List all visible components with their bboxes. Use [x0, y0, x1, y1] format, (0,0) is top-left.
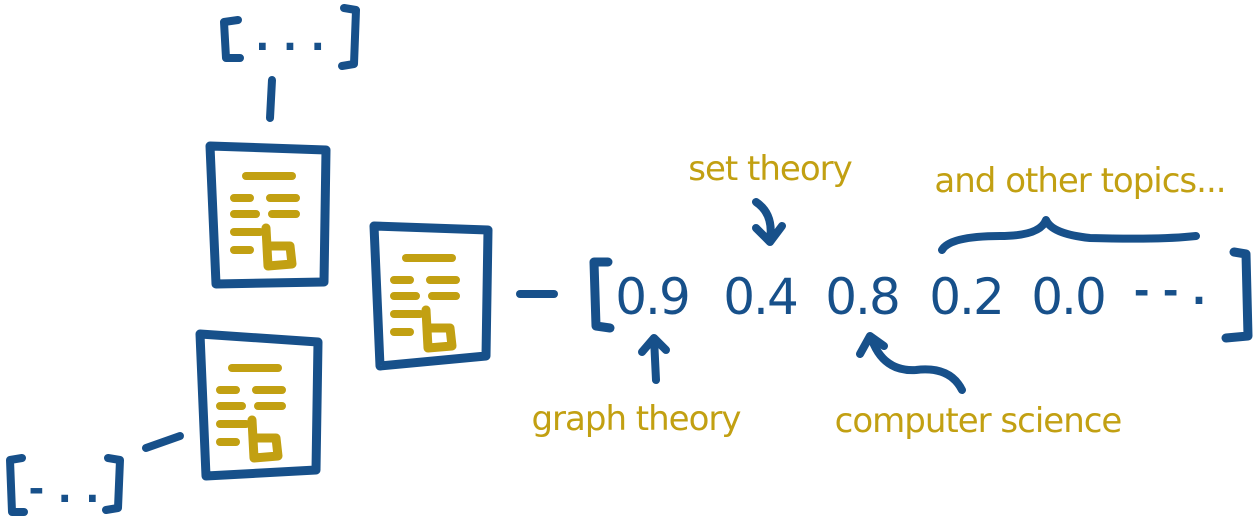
top-connector — [266, 76, 276, 122]
top-placeholder-dots: . . . — [255, 15, 325, 59]
brace-icon — [938, 216, 1200, 254]
arrow-down-icon — [752, 198, 786, 246]
topic-vector: 0.9 0.4 0.8 0.2 0.0 - - . — [615, 268, 1206, 326]
bottom-left-bracket — [6, 454, 28, 516]
bottom-connector — [142, 432, 184, 452]
label-graph-theory: graph theory — [531, 399, 741, 439]
vector-value-3: 0.8 — [825, 268, 899, 326]
document-icon-selected — [369, 221, 493, 371]
document-icon-bottom — [195, 329, 323, 481]
label-computer-science: computer science — [835, 401, 1122, 441]
bottom-placeholder-list: - . . — [6, 454, 124, 516]
label-other-topics: and other topics... — [934, 161, 1225, 201]
vector-value-5: 0.0 — [1031, 268, 1105, 326]
bottom-right-bracket — [102, 454, 124, 514]
top-right-bracket — [338, 4, 360, 70]
bottom-placeholder-dots: - . . — [28, 467, 99, 511]
arrow-up-icon — [638, 334, 670, 384]
label-set-theory: set theory — [688, 149, 852, 189]
vector-left-bracket — [589, 257, 615, 333]
document-icon-top — [205, 141, 331, 289]
top-left-bracket — [220, 16, 244, 62]
vector-value-4: 0.2 — [929, 268, 1003, 326]
arrow-curved-up-icon — [856, 332, 966, 394]
vector-value-2: 0.4 — [723, 268, 797, 326]
vector-right-bracket — [1221, 247, 1253, 343]
top-placeholder-list: . . . — [220, 4, 360, 70]
vector-ellipsis: - - . — [1134, 269, 1206, 313]
vector-value-1: 0.9 — [615, 268, 689, 326]
embedding-diagram: . . . - . . 0.9 0.4 0.8 0.2 0.0 - - . se… — [6, 4, 1253, 516]
